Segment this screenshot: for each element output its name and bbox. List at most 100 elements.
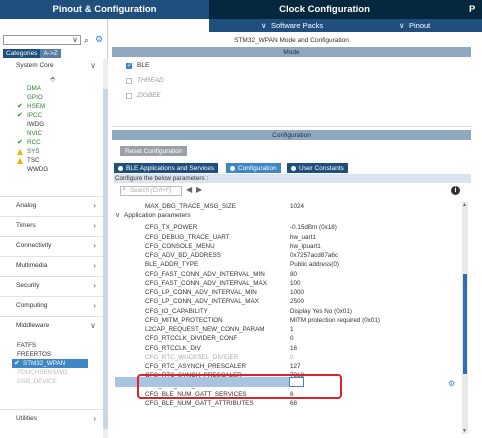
tab-categories[interactable]: Categories xyxy=(3,49,41,58)
param-value[interactable]: 1 xyxy=(290,326,294,336)
group-label: Multimedia xyxy=(16,261,48,269)
list-item-fatfs[interactable]: FATFS xyxy=(17,342,36,349)
tab-label: BLE Applications and Services xyxy=(126,164,215,172)
software-packs-menu[interactable]: Software Packs xyxy=(271,21,323,30)
pinout-menu[interactable]: Pinout xyxy=(409,21,430,30)
gear-icon[interactable]: ⚙ xyxy=(448,379,455,388)
group-label: Security xyxy=(16,281,40,289)
configuration-header: Configuration xyxy=(112,130,471,140)
param-value[interactable]: 68 xyxy=(290,400,297,410)
param-value[interactable]: 80 xyxy=(290,271,297,281)
param-name: CFG_LP_CONN_ADV_INTERVAL_MIN xyxy=(145,289,257,296)
group-analog[interactable]: Analog › xyxy=(16,199,106,211)
param-value[interactable]: -0.15dBm (0x18) xyxy=(290,224,337,234)
tab-label: User Constants xyxy=(299,164,344,172)
param-value[interactable]: Public address(0) xyxy=(290,261,339,271)
scroll-up-icon[interactable]: ▲ xyxy=(462,202,467,208)
param-value[interactable]: Display Yes No (0x01) xyxy=(290,308,352,318)
param-value[interactable]: 2500 xyxy=(290,298,304,308)
previous-result-icon[interactable]: ◀ xyxy=(186,185,192,194)
search-icon: ⌕ xyxy=(122,186,126,193)
tab-project[interactable]: P xyxy=(440,0,482,19)
group-label-application-parameters: Application parameters xyxy=(124,212,191,219)
scrollbar-thumb[interactable] xyxy=(103,89,108,429)
list-item-freertos[interactable]: FREERTOS xyxy=(17,351,51,358)
param-value[interactable]: 1000 xyxy=(290,289,304,299)
group-security[interactable]: Security › xyxy=(16,279,106,291)
divider xyxy=(0,216,104,217)
list-item-sys[interactable]: SYS xyxy=(27,148,40,155)
reset-configuration-button[interactable]: Reset Configuration xyxy=(120,146,188,156)
group-computing[interactable]: Computing › xyxy=(16,299,106,311)
param-name: CFG_RTC_WUCKSEL_DIVIDER xyxy=(145,353,239,361)
group-system-core[interactable]: System Core ∨ xyxy=(16,59,106,71)
tab-ble-applications[interactable]: BLE Applications and Services xyxy=(114,163,219,173)
info-icon[interactable]: i xyxy=(451,186,460,195)
divider xyxy=(0,196,104,197)
param-name: CFG_CONSOLE_MENU xyxy=(145,242,215,250)
list-item-stm32-wpan[interactable]: ✔ STM32_WPAN xyxy=(12,359,88,368)
parameter-search-input[interactable]: ⌕ Search (Crtl+F) xyxy=(120,186,182,196)
category-search-input[interactable]: ∨ xyxy=(3,35,81,45)
param-value[interactable]: hw_uart1 xyxy=(290,234,316,244)
chevron-down-icon[interactable]: ∨ xyxy=(72,35,78,44)
gear-icon[interactable]: ⚙ xyxy=(95,34,103,45)
param-value[interactable]: 0 xyxy=(290,335,294,345)
param-value[interactable]: 100 xyxy=(290,280,301,290)
list-item-rcc[interactable]: RCC xyxy=(27,139,41,146)
parameter-scrollbar[interactable]: ▲ ▼ xyxy=(462,202,468,434)
group-timers[interactable]: Timers › xyxy=(16,219,106,231)
list-item-gpio[interactable]: GPIO xyxy=(27,94,43,101)
list-item-ipcc[interactable]: IPCC xyxy=(27,112,42,119)
list-item-usb-device: USB_DEVICE xyxy=(17,378,57,385)
list-item-touchsensing: TOUCHSENSING xyxy=(17,369,68,376)
divider xyxy=(112,126,471,127)
ble-checkbox[interactable]: ✓ xyxy=(126,63,132,69)
tab-user-constants[interactable]: User Constants xyxy=(287,163,348,173)
param-value[interactable]: 1024 xyxy=(290,203,304,213)
param-value[interactable]: 0x7257acd87a6c xyxy=(290,252,338,262)
group-middleware[interactable]: Middleware ∨ xyxy=(16,319,106,331)
list-item-wwdg[interactable]: WWDG xyxy=(27,166,48,173)
param-name: CFG_LP_CONN_ADV_INTERVAL_MAX xyxy=(145,298,259,306)
check-icon: ✔ xyxy=(17,103,23,110)
scroll-down-icon[interactable]: ▼ xyxy=(462,428,467,434)
zigbee-label: ZIGBEE xyxy=(137,92,161,99)
list-item-dma[interactable]: DMA xyxy=(27,85,41,92)
list-item-nvic[interactable]: NVIC xyxy=(27,130,42,137)
zigbee-checkbox[interactable] xyxy=(126,93,132,99)
search-settings-icon[interactable]: ⌕ xyxy=(84,35,89,46)
param-name: MAX_DBG_TRACE_MSG_SIZE xyxy=(145,203,236,210)
tab-pinout-configuration[interactable]: Pinout & Configuration xyxy=(0,0,209,19)
scrollbar-thumb[interactable] xyxy=(463,274,467,374)
param-value[interactable]: 16 xyxy=(290,345,297,355)
param-value[interactable]: hw_lpuart1 xyxy=(290,243,321,253)
param-name: CFG_FAST_CONN_ADV_INTERVAL_MAX xyxy=(145,279,267,287)
chevron-down-icon: ∨ xyxy=(261,21,267,30)
tab-configuration[interactable]: Configuration xyxy=(226,163,281,173)
param-name: CFG_RTC_ASYNCH_PRESCALER xyxy=(145,363,247,370)
param-value[interactable]: 0 xyxy=(290,354,294,364)
tab-a-z[interactable]: A->Z xyxy=(40,49,61,58)
page-title: STM32_WPAN Mode and Configuration xyxy=(234,37,349,44)
param-name: CFG_RTCCLK_DIV xyxy=(145,344,201,352)
thread-checkbox[interactable] xyxy=(126,78,132,84)
group-multimedia[interactable]: Multimedia › xyxy=(16,259,106,271)
highlight-annotation xyxy=(137,374,342,399)
param-name: L2CAP_REQUEST_NEW_CONN_PARAM xyxy=(145,326,265,333)
tab-clock-configuration[interactable]: Clock Configuration xyxy=(209,0,440,19)
chevron-right-icon: › xyxy=(93,280,96,290)
param-value[interactable]: 127 xyxy=(290,363,301,373)
chevron-down-icon[interactable]: ∨ xyxy=(115,211,120,219)
list-item-iwdg[interactable]: IWDG xyxy=(27,121,44,128)
status-dot-icon xyxy=(230,165,235,171)
group-connectivity[interactable]: Connectivity › xyxy=(16,239,106,251)
list-item-tsc[interactable]: TSC xyxy=(27,157,40,164)
param-value[interactable]: MITM protection required (0x01) xyxy=(290,317,380,327)
group-utilities[interactable]: Utilities › xyxy=(16,412,106,424)
group-label: Computing xyxy=(16,301,48,309)
next-result-icon[interactable]: ▶ xyxy=(196,185,202,194)
left-scrollbar[interactable] xyxy=(103,59,108,438)
thread-label: THREAD xyxy=(137,77,164,84)
list-item-hsem[interactable]: HSEM xyxy=(27,103,45,110)
